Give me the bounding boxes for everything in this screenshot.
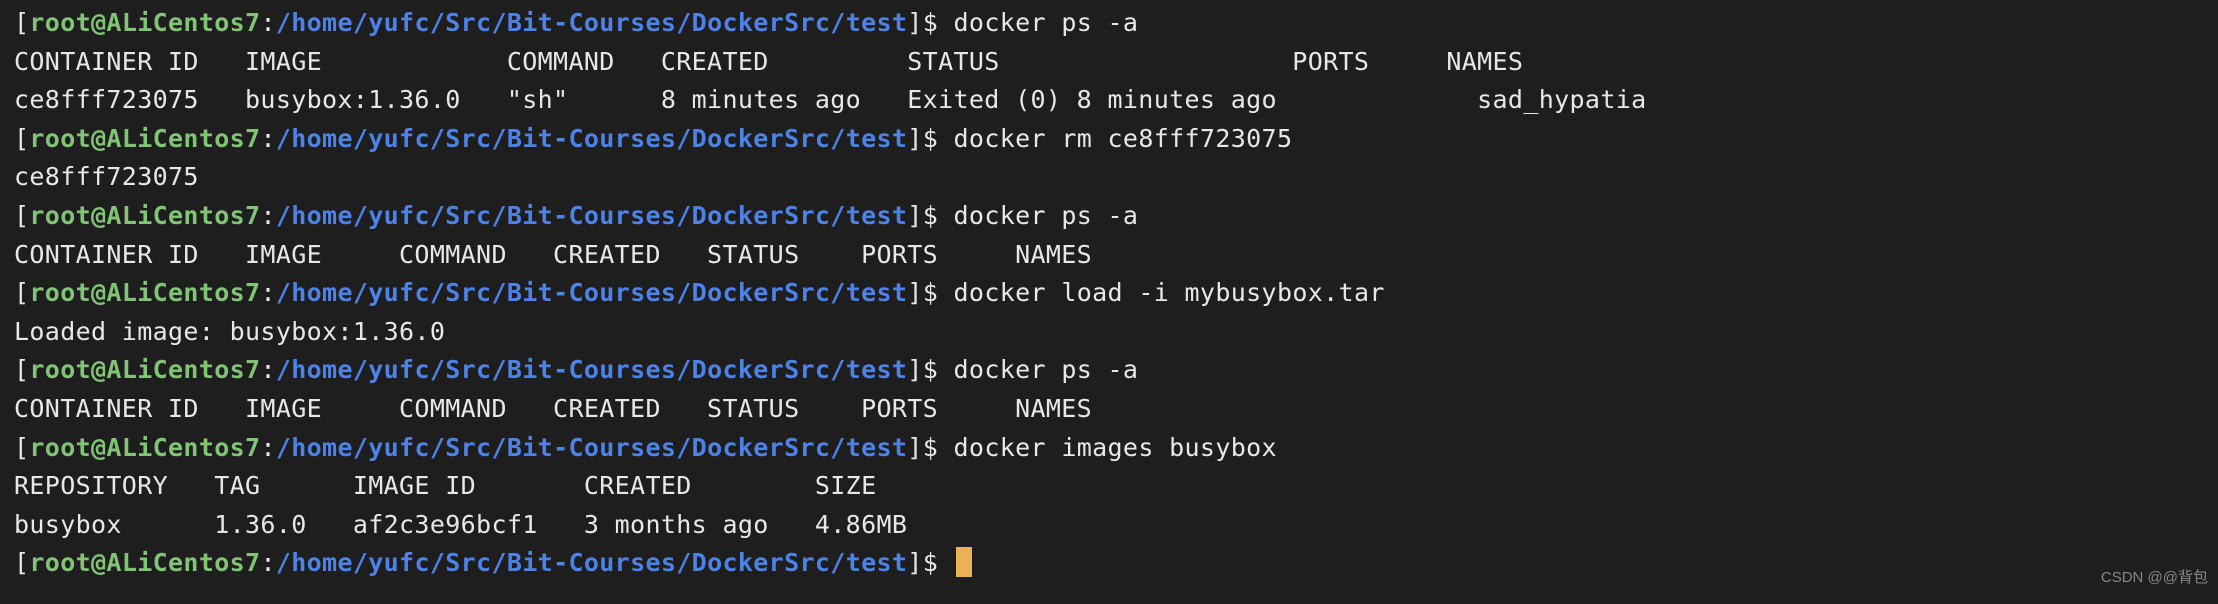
prompt-path: /home/yufc/Src/Bit-Courses/DockerSrc/tes… xyxy=(275,432,908,462)
prompt-open-bracket: [ xyxy=(14,548,30,578)
terminal-prompt-line: [root@ALiCentos7:/home/yufc/Src/Bit-Cour… xyxy=(14,197,1647,236)
prompt-user-host: root@ALiCentos7 xyxy=(29,278,261,308)
prompt-close: ]$ xyxy=(907,355,954,385)
prompt-path: /home/yufc/Src/Bit-Courses/DockerSrc/tes… xyxy=(275,123,908,153)
terminal-prompt-line: [root@ALiCentos7:/home/yufc/Src/Bit-Cour… xyxy=(14,274,1647,313)
prompt-user-host: root@ALiCentos7 xyxy=(29,123,261,153)
prompt-open-bracket: [ xyxy=(14,355,30,385)
terminal-command[interactable]: docker ps -a xyxy=(954,355,1139,384)
prompt-close: ]$ xyxy=(907,8,954,37)
terminal-prompt-line: [root@ALiCentos7:/home/yufc/Src/Bit-Cour… xyxy=(14,351,1647,390)
terminal-output-text: ce8fff723075 xyxy=(14,162,199,192)
prompt-colon: : xyxy=(260,8,276,37)
terminal-command[interactable]: docker load -i mybusybox.tar xyxy=(954,278,1385,307)
terminal-window[interactable]: [root@ALiCentos7:/home/yufc/Src/Bit-Cour… xyxy=(0,0,2218,604)
terminal-command[interactable]: docker ps -a xyxy=(954,8,1139,37)
terminal-output-text: Loaded image: busybox:1.36.0 xyxy=(14,316,446,346)
terminal-output-line: ce8fff723075 xyxy=(14,158,1647,197)
terminal-output-line: CONTAINER ID IMAGE COMMAND CREATED STATU… xyxy=(14,236,1647,275)
terminal-output-line: Loaded image: busybox:1.36.0 xyxy=(14,313,1647,352)
prompt-colon: : xyxy=(260,548,276,578)
terminal-command[interactable]: docker rm ce8fff723075 xyxy=(954,124,1293,153)
prompt-close: ]$ xyxy=(907,200,954,230)
prompt-open-bracket: [ xyxy=(14,278,30,308)
prompt-user-host: root@ALiCentos7 xyxy=(29,200,261,230)
terminal-prompt-line: [root@ALiCentos7:/home/yufc/Src/Bit-Cour… xyxy=(14,120,1647,159)
terminal-output-text: busybox 1.36.0 af2c3e96bcf1 3 months ago… xyxy=(14,509,908,539)
terminal-output-line: busybox 1.36.0 af2c3e96bcf1 3 months ago… xyxy=(14,506,1647,545)
terminal-output-text: CONTAINER ID IMAGE COMMAND CREATED STATU… xyxy=(14,239,1093,269)
prompt-colon: : xyxy=(260,200,276,230)
prompt-close: ]$ xyxy=(907,123,954,153)
prompt-open-bracket: [ xyxy=(14,200,30,230)
prompt-user-host: root@ALiCentos7 xyxy=(29,8,261,37)
prompt-path: /home/yufc/Src/Bit-Courses/DockerSrc/tes… xyxy=(275,278,908,308)
prompt-open-bracket: [ xyxy=(14,123,30,153)
prompt-close: ]$ xyxy=(907,432,954,462)
prompt-colon: : xyxy=(260,355,276,385)
terminal-cursor xyxy=(955,547,972,578)
terminal-output-text: CONTAINER ID IMAGE COMMAND CREATED STATU… xyxy=(14,393,1093,423)
prompt-close: ]$ xyxy=(907,278,954,308)
terminal-output-text: ce8fff723075 busybox:1.36.0 "sh" 8 minut… xyxy=(14,85,1647,115)
prompt-open-bracket: [ xyxy=(14,432,30,462)
terminal-output-line: CONTAINER ID IMAGE COMMAND CREATED STATU… xyxy=(14,390,1647,429)
prompt-close: ]$ xyxy=(907,548,954,578)
terminal-output-line: REPOSITORY TAG IMAGE ID CREATED SIZE xyxy=(14,467,1647,506)
terminal-output-text: REPOSITORY TAG IMAGE ID CREATED SIZE xyxy=(14,471,877,501)
terminal-command[interactable]: docker ps -a xyxy=(954,201,1139,230)
terminal-prompt-line: [root@ALiCentos7:/home/yufc/Src/Bit-Cour… xyxy=(14,429,1647,468)
csdn-watermark: CSDN @@背包 xyxy=(2100,569,2208,587)
prompt-user-host: root@ALiCentos7 xyxy=(29,548,261,578)
prompt-user-host: root@ALiCentos7 xyxy=(29,355,261,385)
terminal-screen: [root@ALiCentos7:/home/yufc/Src/Bit-Cour… xyxy=(14,4,1647,583)
prompt-colon: : xyxy=(260,123,276,153)
prompt-colon: : xyxy=(260,278,276,308)
prompt-path: /home/yufc/Src/Bit-Courses/DockerSrc/tes… xyxy=(275,355,908,385)
terminal-output-line: ce8fff723075 busybox:1.36.0 "sh" 8 minut… xyxy=(14,81,1647,120)
terminal-prompt-line: [root@ALiCentos7:/home/yufc/Src/Bit-Cour… xyxy=(14,4,1647,43)
prompt-path: /home/yufc/Src/Bit-Courses/DockerSrc/tes… xyxy=(275,548,908,578)
terminal-output-line: CONTAINER ID IMAGE COMMAND CREATED STATU… xyxy=(14,43,1647,82)
prompt-path: /home/yufc/Src/Bit-Courses/DockerSrc/tes… xyxy=(275,200,908,230)
terminal-prompt-line: [root@ALiCentos7:/home/yufc/Src/Bit-Cour… xyxy=(14,544,1647,583)
terminal-command[interactable]: docker images busybox xyxy=(954,433,1277,462)
terminal-output-text: CONTAINER ID IMAGE COMMAND CREATED STATU… xyxy=(14,46,1524,76)
prompt-colon: : xyxy=(260,432,276,462)
prompt-path: /home/yufc/Src/Bit-Courses/DockerSrc/tes… xyxy=(275,8,908,37)
prompt-open-bracket: [ xyxy=(14,8,30,37)
prompt-user-host: root@ALiCentos7 xyxy=(29,432,261,462)
